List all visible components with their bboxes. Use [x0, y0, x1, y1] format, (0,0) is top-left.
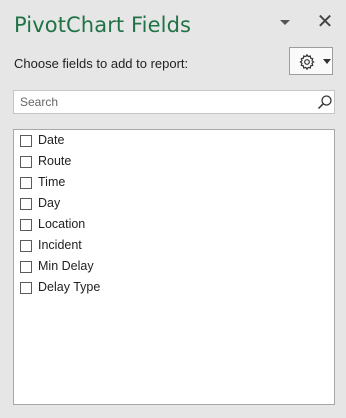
tools-chevron-down-icon: [323, 59, 331, 64]
field-label: Min Delay: [38, 259, 94, 273]
field-label: Date: [38, 133, 65, 147]
field-item-date[interactable]: Date: [18, 131, 318, 151]
search-input[interactable]: [14, 91, 310, 113]
field-item-location[interactable]: Location: [18, 215, 318, 235]
field-checkbox[interactable]: [20, 177, 32, 189]
pane-options-chevron-down-icon[interactable]: [278, 17, 292, 29]
field-checkbox[interactable]: [20, 156, 32, 168]
field-label: Day: [38, 196, 61, 210]
field-checkbox[interactable]: [20, 282, 32, 294]
field-item-min-delay[interactable]: Min Delay: [18, 257, 318, 277]
field-label: Time: [38, 175, 66, 189]
field-item-route[interactable]: Route: [18, 152, 318, 172]
field-label: Incident: [38, 238, 82, 252]
field-item-day[interactable]: Day: [18, 194, 318, 214]
field-label: Location: [38, 217, 86, 231]
field-item-delay-type[interactable]: Delay Type: [18, 278, 318, 298]
field-list: Date Route Time Day Location Incident Mi…: [13, 129, 335, 405]
pane-title: PivotChart Fields: [14, 13, 192, 37]
field-checkbox[interactable]: [20, 219, 32, 231]
subtitle: Choose fields to add to report:: [14, 56, 189, 71]
field-checkbox[interactable]: [20, 261, 32, 273]
field-checkbox[interactable]: [20, 135, 32, 147]
tools-button[interactable]: [289, 47, 333, 75]
field-checkbox[interactable]: [20, 240, 32, 252]
search-box: [13, 90, 335, 114]
field-item-incident[interactable]: Incident: [18, 236, 318, 256]
field-label: Delay Type: [38, 280, 101, 294]
field-checkbox[interactable]: [20, 198, 32, 210]
close-icon[interactable]: ✕: [315, 11, 335, 33]
field-label: Route: [38, 154, 72, 168]
field-item-time[interactable]: Time: [18, 173, 318, 193]
search-icon[interactable]: [317, 94, 333, 110]
gear-icon: [299, 53, 315, 71]
